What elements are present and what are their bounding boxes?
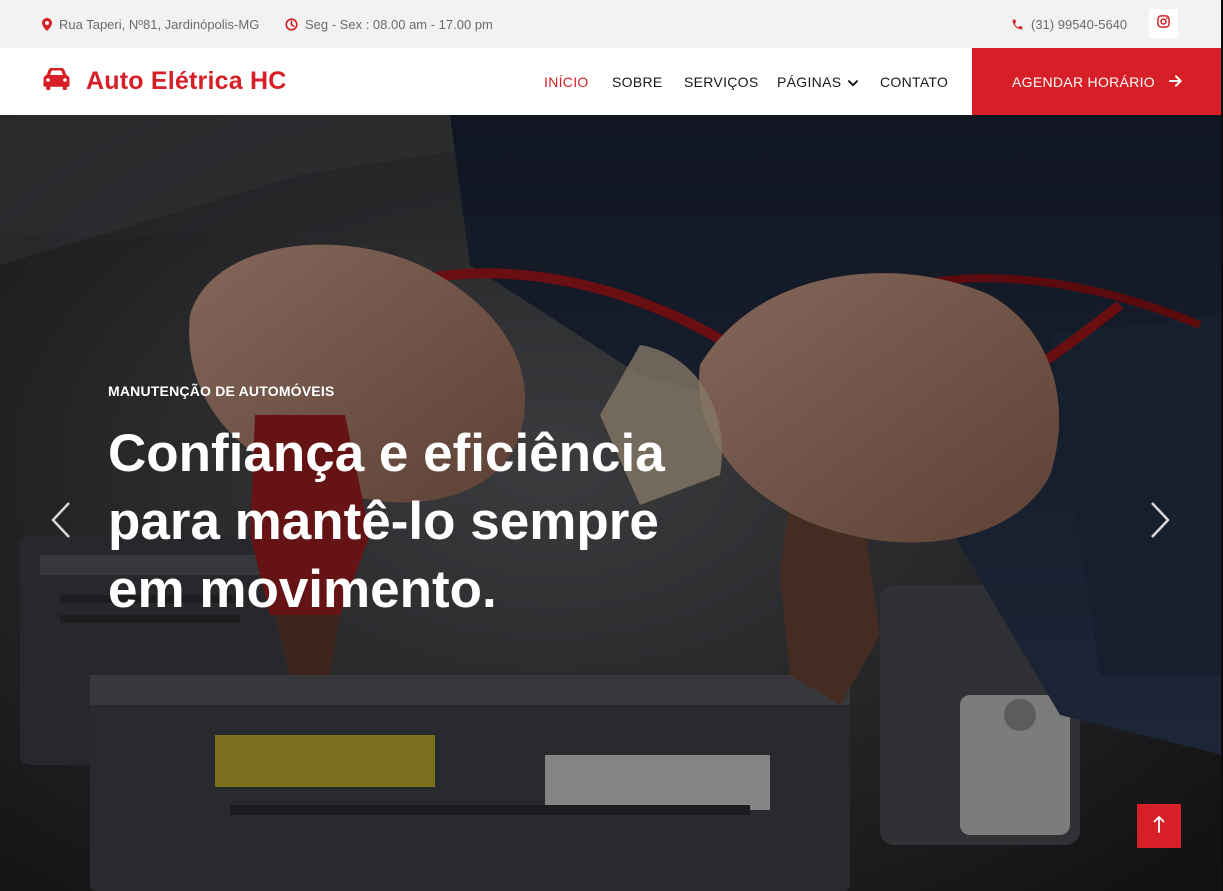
nav-link-contato[interactable]: CONTATO — [880, 48, 948, 115]
hero-slider: MANUTENÇÃO DE AUTOMÓVEIS Confiança e efi… — [0, 115, 1223, 891]
hours-info: Seg - Sex : 08.00 am - 17.00 pm — [285, 0, 493, 48]
nav-link-label: CONTATO — [880, 73, 949, 90]
chevron-down-icon — [848, 74, 859, 90]
slider-prev-button[interactable] — [46, 500, 76, 544]
instagram-icon — [1157, 14, 1170, 33]
logo[interactable]: Auto Elétrica HC — [42, 48, 286, 115]
schedule-button-label: AGENDAR HORÁRIO — [1012, 73, 1155, 90]
nav-link-label: INÍCIO — [544, 73, 589, 90]
back-to-top-button[interactable] — [1137, 804, 1181, 848]
hero-kicker: MANUTENÇÃO DE AUTOMÓVEIS — [108, 383, 335, 399]
phone-text: (31) 99540-5640 — [1031, 16, 1128, 32]
headline-line: Confiança e eficiência — [108, 424, 665, 483]
car-icon — [42, 68, 71, 95]
slider-next-button[interactable] — [1145, 500, 1175, 544]
address-info: Rua Taperi, Nº81, Jardinópolis-MG — [42, 0, 259, 48]
nav-link-label: SOBRE — [612, 73, 663, 90]
arrow-up-icon — [1153, 815, 1165, 838]
logo-text: Auto Elétrica HC — [86, 67, 287, 95]
chevron-left-icon — [51, 501, 71, 544]
headline-line: para mantê-lo sempre — [108, 492, 659, 551]
clock-icon — [285, 17, 298, 31]
nav-link-label: SERVIÇOS — [684, 73, 759, 90]
main-navbar: Auto Elétrica HC INÍCIO SOBRE SERVIÇOS P… — [0, 48, 1223, 115]
instagram-link[interactable] — [1149, 9, 1178, 38]
arrow-right-icon — [1168, 74, 1182, 90]
hours-text: Seg - Sex : 08.00 am - 17.00 pm — [305, 16, 493, 32]
address-text: Rua Taperi, Nº81, Jardinópolis-MG — [59, 16, 260, 32]
headline-line: em movimento. — [108, 560, 497, 619]
schedule-button[interactable]: AGENDAR HORÁRIO — [972, 48, 1222, 115]
phone-icon — [1011, 18, 1024, 31]
nav-link-sobre[interactable]: SOBRE — [612, 48, 663, 115]
nav-link-servicos[interactable]: SERVIÇOS — [684, 48, 759, 115]
nav-link-paginas[interactable]: PÁGINAS — [777, 48, 859, 115]
top-info-bar: Rua Taperi, Nº81, Jardinópolis-MG Seg - … — [0, 0, 1223, 48]
phone-info[interactable]: (31) 99540-5640 — [1011, 0, 1127, 48]
nav-link-label: PÁGINAS — [777, 73, 842, 90]
hero-headline: Confiança e eficiência para mantê-lo sem… — [108, 420, 748, 624]
chevron-right-icon — [1150, 501, 1170, 544]
nav-link-inicio[interactable]: INÍCIO — [544, 48, 589, 115]
map-pin-icon — [42, 17, 52, 31]
